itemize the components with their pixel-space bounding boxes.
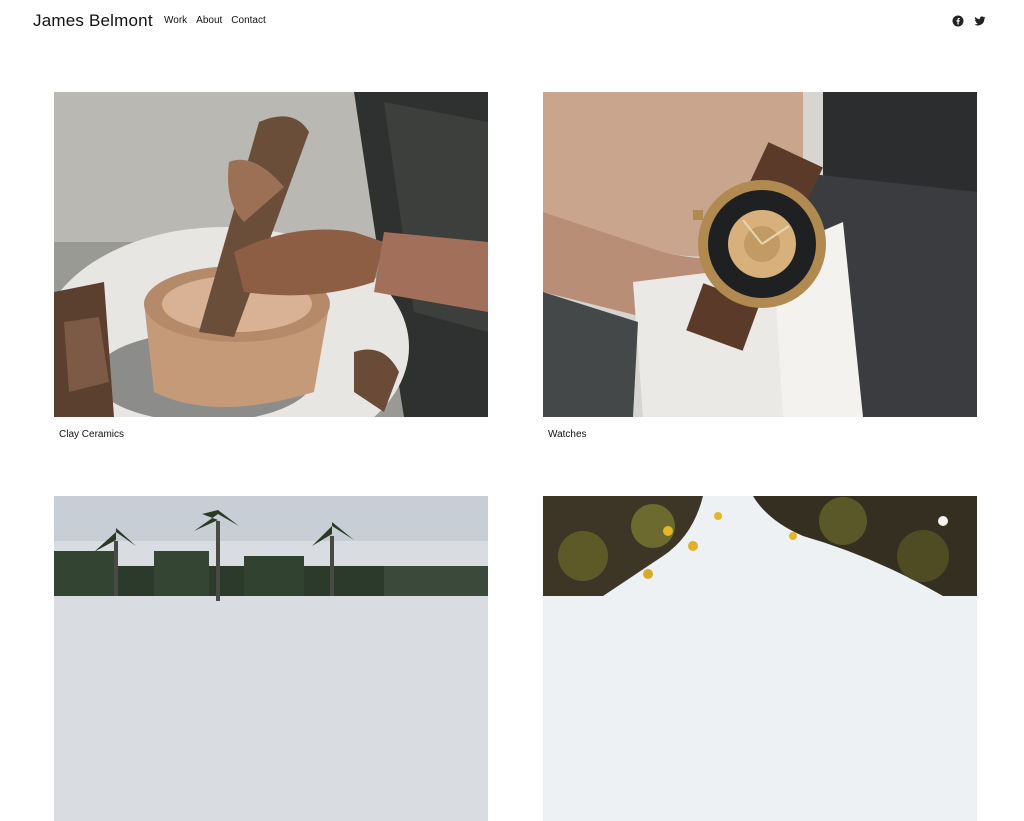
- nav-item-contact[interactable]: Contact: [231, 15, 265, 26]
- project-title[interactable]: Clay Ceramics: [59, 429, 124, 440]
- site-title[interactable]: James Belmont: [33, 11, 153, 31]
- nav-item-work[interactable]: Work: [164, 15, 187, 26]
- social-links: [952, 15, 986, 27]
- project-card-watches[interactable]: Watches: [543, 92, 977, 440]
- project-card-clay-ceramics[interactable]: Clay Ceramics: [54, 92, 488, 440]
- nav-item-about[interactable]: About: [196, 15, 222, 26]
- project-card[interactable]: [54, 496, 488, 821]
- site-header: James Belmont Work About Contact: [0, 0, 1024, 44]
- project-image[interactable]: [543, 92, 977, 417]
- twitter-icon[interactable]: [974, 15, 986, 27]
- main-nav: Work About Contact: [164, 15, 266, 26]
- project-image[interactable]: [543, 496, 977, 821]
- project-image[interactable]: [54, 92, 488, 417]
- project-card[interactable]: [543, 496, 977, 821]
- facebook-icon[interactable]: [952, 15, 964, 27]
- project-title[interactable]: Watches: [548, 429, 587, 440]
- project-image[interactable]: [54, 496, 488, 821]
